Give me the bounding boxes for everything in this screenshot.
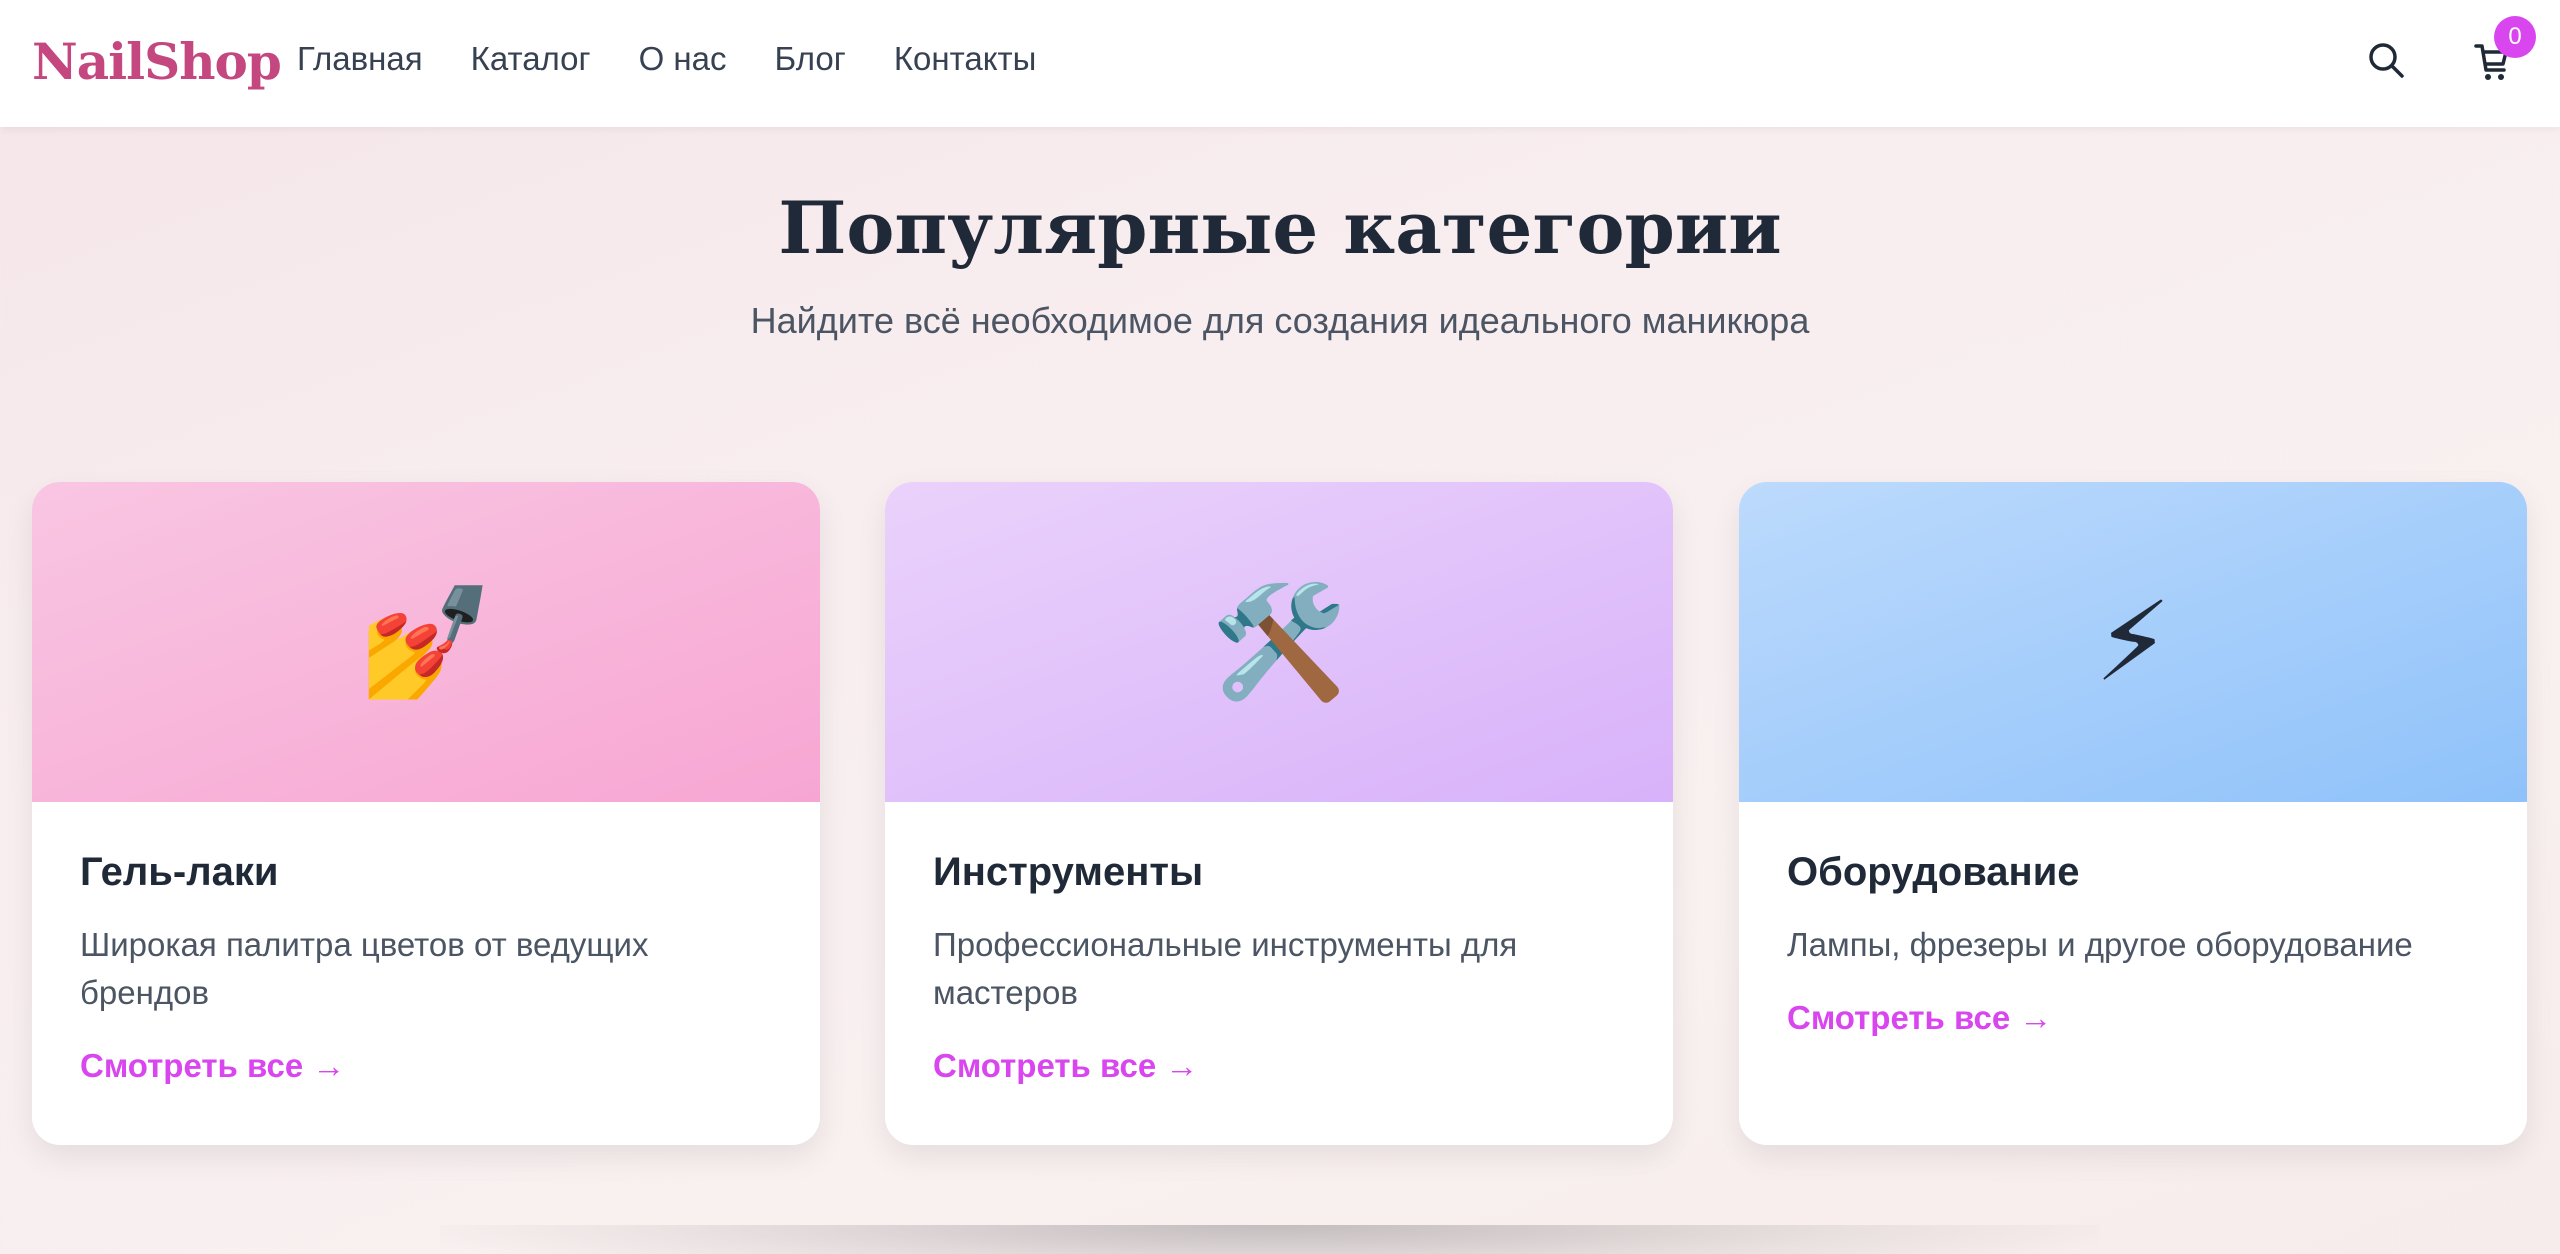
nav-catalog[interactable]: Каталог <box>471 40 591 78</box>
logo[interactable]: NailShop <box>32 32 282 91</box>
nav-home[interactable]: Главная <box>297 40 423 78</box>
section-title: Популярные категории <box>778 185 1782 270</box>
card-description: Профессиональные инструменты для мастеро… <box>933 926 1518 1011</box>
main-nav: Главная Каталог О нас Блог Контакты <box>297 40 1036 78</box>
nav-contacts[interactable]: Контакты <box>894 40 1037 78</box>
category-card-equipment[interactable]: ⚡ Оборудование Лампы, фрезеры и другое о… <box>1739 482 2527 1145</box>
search-icon <box>2369 43 2404 78</box>
card-image: 🛠️ <box>885 482 1673 802</box>
nav-blog[interactable]: Блог <box>775 40 846 78</box>
category-card-gel-polish[interactable]: 💅 Гель-лаки Широкая палитра цветов от ве… <box>32 482 820 1145</box>
card-title: Инструменты <box>933 850 1204 894</box>
search-button[interactable] <box>2366 40 2406 80</box>
category-card-tools[interactable]: 🛠️ Инструменты Профессиональные инструме… <box>885 482 1673 1145</box>
card-image: 💅 <box>32 482 820 802</box>
lightning-icon: ⚡ <box>2094 581 2172 704</box>
cart-count-badge: 0 <box>2494 16 2536 58</box>
card-description: Широкая палитра цветов от ведущих брендо… <box>80 926 649 1011</box>
view-all-link[interactable]: Смотреть все → <box>933 1047 1198 1084</box>
card-image: ⚡ <box>1739 482 2527 802</box>
card-description: Лампы, фрезеры и другое оборудование <box>1787 926 2413 963</box>
section-subtitle: Найдите всё необходимое для создания иде… <box>750 300 1810 341</box>
next-section-shadow <box>440 1225 2100 1254</box>
view-all-link[interactable]: Смотреть все → <box>80 1047 345 1084</box>
card-title: Гель-лаки <box>80 850 279 894</box>
nav-about[interactable]: О нас <box>639 40 727 78</box>
tools-icon: 🛠️ <box>1210 580 1348 704</box>
view-all-link[interactable]: Смотреть все → <box>1787 999 2052 1036</box>
card-title: Оборудование <box>1787 850 2080 894</box>
site-header: NailShop Главная Каталог О нас Блог Конт… <box>0 0 2560 127</box>
nail-polish-icon: 💅 <box>357 580 495 704</box>
